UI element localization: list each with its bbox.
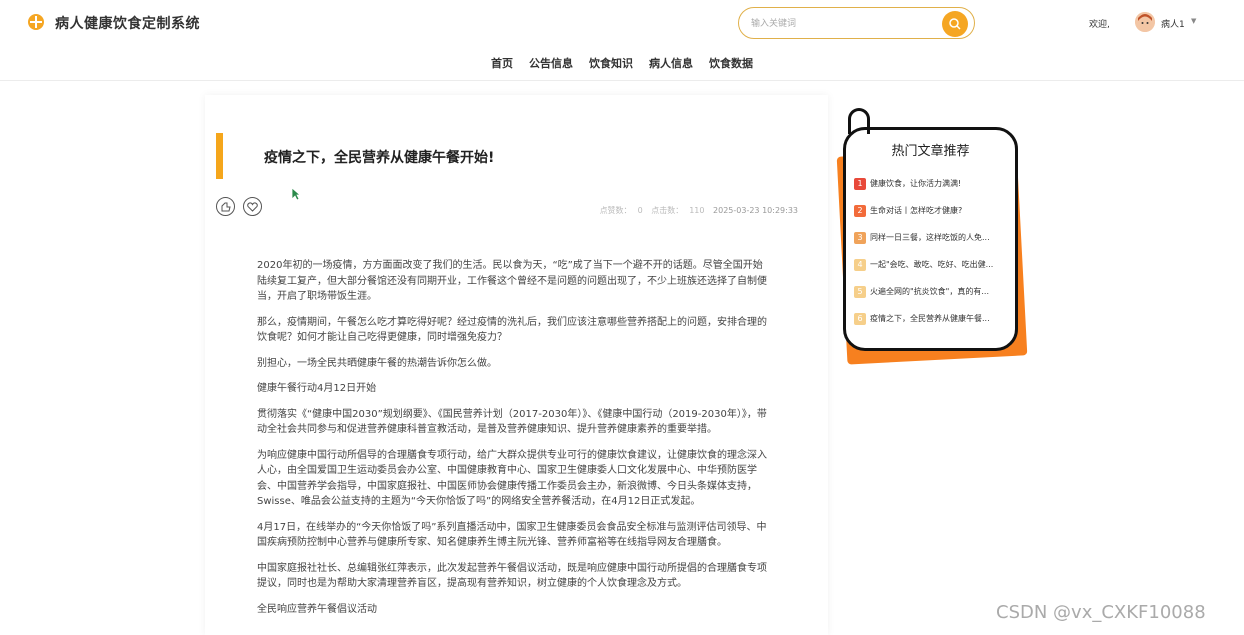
title-accent-bar [216,133,223,179]
nav-item-announcements[interactable]: 公告信息 [529,55,573,73]
article-meta: 点赞数： 0 点击数： 110 2025-03-23 10:29:33 [594,205,798,216]
mouse-cursor-icon [291,187,301,201]
hot-article-title: 同样一日三餐，这样吃饭的人免... [870,233,990,242]
nav-item-diet-data[interactable]: 饮食数据 [709,55,753,73]
clicks-label: 点击数： [651,206,684,215]
nav-item-diet-knowledge[interactable]: 饮食知识 [589,55,633,73]
user-avatar-icon [1135,12,1155,32]
rank-badge: 1 [854,178,866,190]
article-paragraph: 贯彻落实《“健康中国2030”规划纲要》、《国民营养计划（2017-2030年）… [257,408,767,436]
hot-article-item[interactable]: 3 同样一日三餐，这样吃饭的人免... [854,231,1012,245]
username[interactable]: 病人1 [1161,17,1185,30]
search-icon [949,18,961,30]
article-content: 2020年初的一场疫情，方方面面改变了我们的生活。民以食为天，“吃”成了当下一个… [257,258,772,627]
article-paragraph: 全民响应营养午餐倡议活动 [257,603,377,615]
welcome-text: 欢迎, [1089,20,1110,30]
nav-item-home[interactable]: 首页 [491,55,513,73]
article-paragraph: 健康午餐行动4月12日开始 [257,383,377,394]
hot-articles-card: 热门文章推荐 1 健康饮食，让你活力满满! 2 生命对话丨怎样吃才健康? 3 同样一日… [843,127,1018,351]
favorite-button[interactable] [243,197,262,216]
article-paragraph: 中国家庭报社社长、总编辑张红萍表示，此次发起营养午餐倡议活动，既是响应健康中国行… [257,562,767,590]
rank-badge: 3 [854,232,866,244]
app-title: 病人健康饮食定制系统 [55,16,200,32]
main-nav: 首页 公告信息 饮食知识 病人信息 饮食数据 [0,55,1244,75]
search-box [738,7,975,39]
publish-date: 2025-03-23 10:29:33 [713,206,798,215]
article-paragraph: 那么，疫情期间，午餐怎么吃才算吃得好呢？经过疫情的洗礼后，我们应该注意哪些营养搭… [257,316,767,344]
clicks-count: 110 [689,206,705,215]
article-paragraph: 4月17日，在线举办的“今天你恰饭了吗”系列直播活动中，国家卫生健康委员会食品安… [257,521,767,549]
hot-article-item[interactable]: 2 生命对话丨怎样吃才健康? [854,204,1012,218]
rank-badge: 5 [854,286,866,298]
logo-icon [28,14,44,30]
like-button[interactable] [216,197,235,216]
hot-article-item[interactable]: 5 火遍全网的"抗炎饮食"，真的有... [854,285,1012,299]
likes-label: 点赞数： [599,206,632,215]
hot-articles-title: 热门文章推荐 [891,144,970,159]
hot-article-title: 一起"会吃、敢吃、吃好、吃出健... [870,260,994,269]
hot-article-title: 火遍全网的"抗炎饮食"，真的有... [870,287,989,296]
hot-article-item[interactable]: 6 疫情之下，全民营养从健康午餐... [854,312,1012,326]
article-panel: 疫情之下，全民营养从健康午餐开始! 点赞数： 0 点击数： 110 2025-03-… [205,95,828,635]
article-paragraph: 为响应健康中国行动所倡导的合理膳食专项行动，给广大群众提供专业可行的健康饮食建议… [257,449,767,508]
card-hook [848,108,870,134]
watermark: CSDN @vx_CXKF10088 [996,602,1206,623]
rank-badge: 2 [854,205,866,217]
rank-badge: 6 [854,313,866,325]
search-input[interactable] [751,15,931,33]
nav-item-patient-info[interactable]: 病人信息 [649,55,693,73]
search-button[interactable] [942,11,968,37]
article-paragraph: 别担心，一场全民共晒健康午餐的热潮告诉你怎么做。 [257,357,497,369]
hot-article-title: 健康饮食，让你活力满满! [870,179,962,188]
hot-article-title: 疫情之下，全民营养从健康午餐... [870,314,990,323]
hot-articles-panel: 热门文章推荐 1 健康饮食，让你活力满满! 2 生命对话丨怎样吃才健康? 3 同样一日… [836,108,1036,368]
rank-badge: 4 [854,259,866,271]
article-title: 疫情之下，全民营养从健康午餐开始! [264,150,495,166]
hot-article-title: 生命对话丨怎样吃才健康? [870,206,963,215]
thumbs-up-icon [221,202,231,212]
heart-icon [247,202,258,212]
top-header: 病人健康饮食定制系统 欢迎, 病人1 ▼ 首页 公告信息 饮食知识 病人信息 饮… [0,0,1244,81]
hot-article-item[interactable]: 1 健康饮食，让你活力满满! [854,177,1012,191]
article-paragraph: 2020年初的一场疫情，方方面面改变了我们的生活。民以食为天，“吃”成了当下一个… [257,260,767,302]
chevron-down-icon[interactable]: ▼ [1191,17,1196,25]
avatar[interactable] [1135,12,1155,32]
hot-article-item[interactable]: 4 一起"会吃、敢吃、吃好、吃出健... [854,258,1012,272]
likes-count: 0 [637,206,643,215]
